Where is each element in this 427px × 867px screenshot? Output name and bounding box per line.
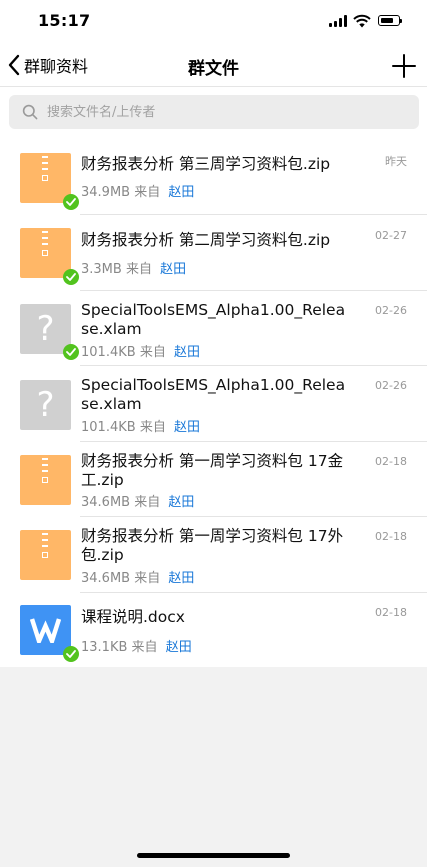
unknown-file-icon: ?	[20, 380, 71, 430]
file-name: SpecialToolsEMS_Alpha1.00_Release.xlam	[81, 301, 346, 338]
downloaded-check-icon	[63, 194, 79, 210]
file-date: 02-18	[375, 606, 407, 619]
nav-bar: 群聊资料 群文件	[0, 44, 427, 86]
downloaded-check-icon	[63, 646, 79, 662]
unknown-file-icon: ?	[20, 304, 71, 354]
file-size: 101.4KB	[81, 420, 136, 435]
letter-w-icon	[30, 618, 61, 643]
page-title: 群文件	[188, 59, 239, 79]
file-size: 3.3MB	[81, 262, 122, 277]
file-name: 财务报表分析 第三周学习资料包.zip	[81, 155, 331, 173]
wifi-icon	[353, 14, 371, 28]
downloaded-check-icon	[63, 344, 79, 360]
file-date: 昨天	[385, 155, 407, 168]
file-name: 财务报表分析 第二周学习资料包.zip	[81, 231, 331, 249]
file-item[interactable]: 财务报表分析 第二周学习资料包.zip 3.3MB 来自 赵田 02-27	[0, 215, 427, 291]
search-input[interactable]	[47, 95, 407, 129]
file-date: 02-26	[375, 304, 407, 317]
from-label: 来自	[131, 640, 158, 655]
zip-icon	[20, 228, 71, 278]
file-meta: 34.9MB 来自 赵田	[81, 181, 194, 200]
file-size: 34.9MB	[81, 185, 131, 200]
from-label: 来自	[125, 262, 152, 277]
cellular-signal-icon	[329, 15, 349, 27]
from-label: 来自	[134, 571, 161, 586]
file-date: 02-26	[375, 379, 407, 392]
downloaded-check-icon	[63, 269, 79, 285]
uploader-link[interactable]: 赵田	[168, 571, 194, 586]
file-size: 13.1KB	[81, 640, 128, 655]
file-item[interactable]: 课程说明.docx 13.1KB 来自 赵田 02-18	[0, 593, 427, 667]
uploader-link[interactable]: 赵田	[174, 345, 200, 360]
file-list: 财务报表分析 第三周学习资料包.zip 34.9MB 来自 赵田 昨天 财务报表…	[0, 143, 427, 667]
search-icon	[22, 104, 38, 120]
word-doc-icon	[20, 605, 71, 655]
file-item[interactable]: 财务报表分析 第三周学习资料包.zip 34.9MB 来自 赵田 昨天	[0, 143, 427, 215]
file-meta: 101.4KB 来自 赵田	[81, 416, 200, 435]
zip-icon	[20, 153, 71, 203]
uploader-link[interactable]: 赵田	[174, 420, 200, 435]
file-size: 101.4KB	[81, 345, 136, 360]
file-meta: 3.3MB 来自 赵田	[81, 258, 186, 277]
file-size: 34.6MB	[81, 571, 131, 586]
file-meta: 34.6MB 来自 赵田	[81, 491, 194, 510]
nav-divider	[0, 86, 427, 87]
file-item[interactable]: 财务报表分析 第一周学习资料包 17金工.zip 34.6MB 来自 赵田 02…	[0, 442, 427, 517]
file-name: 财务报表分析 第一周学习资料包 17金工.zip	[81, 452, 344, 489]
search-bar[interactable]	[9, 95, 419, 129]
file-name: 财务报表分析 第一周学习资料包 17外包.zip	[81, 527, 344, 564]
file-meta: 13.1KB 来自 赵田	[81, 636, 192, 655]
file-date: 02-18	[375, 455, 407, 468]
file-item[interactable]: ? SpecialToolsEMS_Alpha1.00_Release.xlam…	[0, 291, 427, 366]
file-item[interactable]: ? SpecialToolsEMS_Alpha1.00_Release.xlam…	[0, 366, 427, 442]
file-date: 02-27	[375, 229, 407, 242]
add-icon[interactable]	[390, 52, 418, 80]
file-name: SpecialToolsEMS_Alpha1.00_Release.xlam	[81, 376, 346, 413]
uploader-link[interactable]: 赵田	[168, 495, 194, 510]
zip-icon	[20, 530, 71, 580]
file-meta: 101.4KB 来自 赵田	[81, 341, 200, 360]
uploader-link[interactable]: 赵田	[160, 262, 186, 277]
file-date: 02-18	[375, 530, 407, 543]
file-item[interactable]: 财务报表分析 第一周学习资料包 17外包.zip 34.6MB 来自 赵田 02…	[0, 517, 427, 593]
file-name: 课程说明.docx	[81, 608, 185, 626]
uploader-link[interactable]: 赵田	[168, 185, 194, 200]
file-size: 34.6MB	[81, 495, 131, 510]
file-meta: 34.6MB 来自 赵田	[81, 567, 194, 586]
from-label: 来自	[139, 345, 166, 360]
battery-icon	[378, 15, 402, 26]
status-time: 15:17	[38, 11, 91, 30]
status-bar: 15:17	[0, 0, 427, 44]
uploader-link[interactable]: 赵田	[166, 640, 192, 655]
from-label: 来自	[134, 495, 161, 510]
from-label: 来自	[134, 185, 161, 200]
zip-icon	[20, 455, 71, 505]
from-label: 来自	[139, 420, 166, 435]
home-indicator[interactable]	[137, 853, 290, 858]
